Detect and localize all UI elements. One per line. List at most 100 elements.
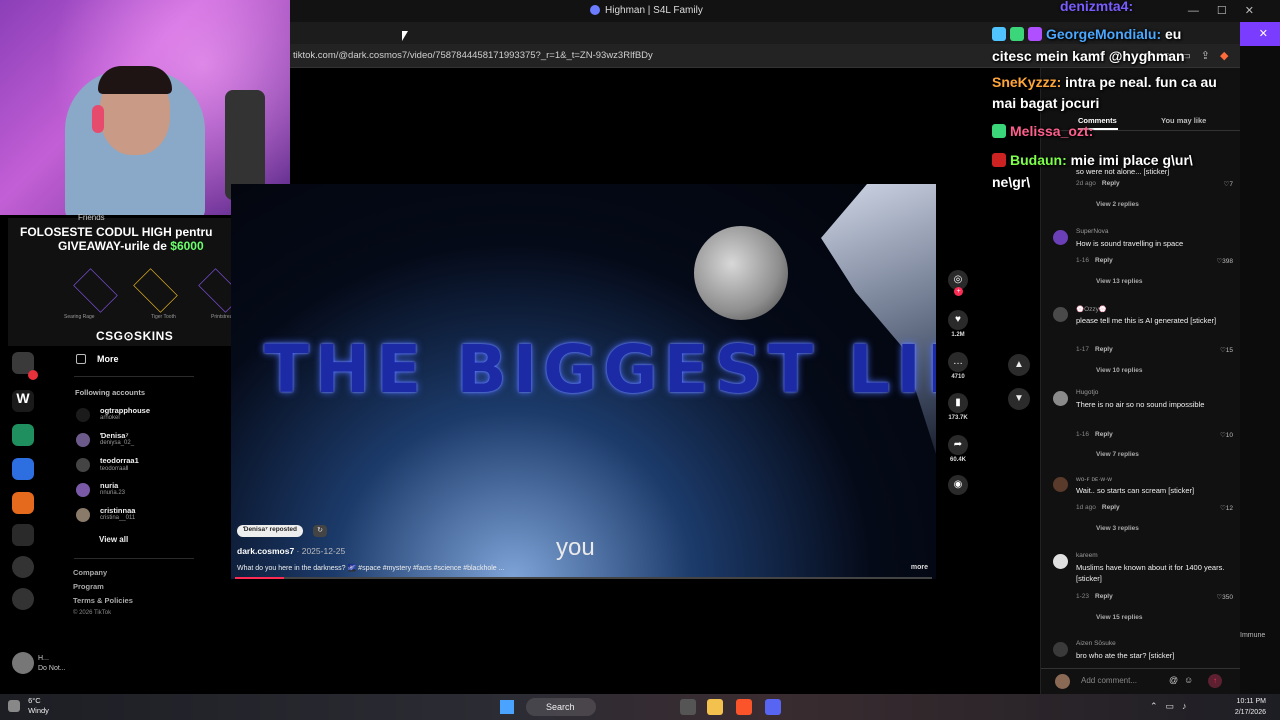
comment-user[interactable]: Hugotjo	[1076, 389, 1098, 396]
task-view-icon[interactable]	[680, 699, 696, 715]
reply-button[interactable]: Reply	[1095, 431, 1113, 438]
chat-text: intra pe neal. fun ca au	[1061, 74, 1217, 90]
account-handle: teodorraaⅡ	[100, 466, 129, 472]
add-icon[interactable]	[12, 556, 34, 578]
save-count: 173.7K	[948, 415, 968, 421]
sound-disc-button[interactable]: ◉	[945, 475, 971, 495]
wikipedia-icon[interactable]: W	[12, 390, 34, 412]
avatar[interactable]	[1053, 391, 1068, 406]
caption-more-button[interactable]: more	[911, 564, 928, 571]
following-account[interactable]: nuria nnuria.23	[76, 481, 196, 503]
rail-app-icon[interactable]	[12, 492, 34, 514]
chat-username: SneKyzzz:	[992, 74, 1062, 90]
repost-icon[interactable]: ↻	[313, 525, 327, 537]
avatar[interactable]	[1053, 307, 1068, 322]
comment-likes[interactable]: ♡398	[1216, 257, 1233, 265]
comment-likes[interactable]: ♡15	[1220, 346, 1233, 354]
sidebar-item-more[interactable]: More	[97, 354, 119, 364]
rail-app-icon[interactable]	[12, 424, 34, 446]
video-player[interactable]: THE BIGGEST LIE you Ɗenisa⁷ reposted ↻ d…	[231, 184, 936, 579]
save-button[interactable]: ▮ 173.7K	[945, 393, 971, 421]
comment-button[interactable]: … 4710	[945, 352, 971, 380]
next-video-button[interactable]: ▼	[1008, 388, 1030, 410]
repost-chip[interactable]: Ɗenisa⁷ reposted	[237, 525, 304, 537]
view-replies-button[interactable]: View 7 replies	[1096, 451, 1139, 458]
footer-link-terms[interactable]: Terms & Policies	[73, 596, 133, 605]
view-replies-button[interactable]: View 3 replies	[1096, 525, 1139, 532]
creator-avatar-button[interactable]: ◎ +	[945, 270, 971, 296]
following-account[interactable]: Ɗenisa⁷ deniysa_02_	[76, 431, 196, 453]
video-author[interactable]: dark.cosmos7 · 2025-12-25	[237, 546, 345, 556]
view-all-link[interactable]: View all	[99, 535, 128, 544]
comment-user[interactable]: SuperNova	[1076, 228, 1109, 235]
comment-text: bro who ate the star? [sticker]	[1076, 651, 1175, 660]
send-comment-button[interactable]: ↑	[1208, 674, 1222, 688]
file-explorer-icon[interactable]	[707, 699, 723, 715]
reply-button[interactable]: Reply	[1095, 257, 1113, 264]
close-icon[interactable]: ✕	[1240, 22, 1280, 46]
app-logo-icon	[590, 5, 600, 15]
account-name: ogtrapphouse	[100, 406, 150, 415]
comment-text: please tell me this is AI generated [sti…	[1076, 316, 1217, 325]
reply-button[interactable]: Reply	[1095, 346, 1113, 353]
account-name: Ɗenisa⁷	[100, 431, 129, 440]
compass-icon[interactable]	[12, 588, 34, 610]
share-button[interactable]: ➦ 60.4K	[945, 435, 971, 463]
comment-user[interactable]: ᴡᴏ-ꜰ ᴅᴇ·ᴡ·ᴡ	[1076, 475, 1112, 483]
following-account[interactable]: ogtrapphouse arhokel	[76, 406, 196, 428]
chat-username: Budaun:	[1010, 152, 1067, 168]
music-disc-icon: ◉	[948, 475, 968, 495]
rail-app-icon[interactable]	[12, 458, 34, 480]
comment-user[interactable]: 💮Ozzy💮	[1076, 305, 1107, 313]
view-replies-button[interactable]: View 15 replies	[1096, 614, 1143, 621]
brave-browser-icon[interactable]	[736, 699, 752, 715]
comment-count: 4710	[951, 374, 965, 380]
account-handle: deniysa_02_	[100, 440, 135, 446]
avatar[interactable]	[1053, 642, 1068, 657]
avatar[interactable]	[1053, 230, 1068, 245]
discord-icon[interactable]	[765, 699, 781, 715]
video-progress-bar[interactable]	[235, 577, 932, 579]
comment-user[interactable]: kareem	[1076, 552, 1098, 559]
video-actions: ◎ + ♥ 1.2M … 4710 ▮ 173.7K ➦ 60.4K ◉	[945, 270, 971, 500]
emoji-icon[interactable]: ☺	[1184, 675, 1193, 685]
weather-widget[interactable]: 6°C Windy	[8, 696, 49, 716]
comment-date: 1-16	[1076, 257, 1090, 264]
comment-text: There is no air so no sound impossible	[1076, 400, 1205, 409]
reply-button[interactable]: Reply	[1102, 504, 1120, 511]
sidebar-item-friends[interactable]: Friends	[78, 213, 105, 222]
avatar[interactable]	[1053, 554, 1068, 569]
view-replies-button[interactable]: View 2 replies	[1096, 201, 1139, 208]
following-account[interactable]: teodorraa1 teodorraaⅡ	[76, 456, 196, 478]
weather-temp: 6°C	[28, 696, 41, 705]
account-handle: arhokel	[100, 415, 120, 421]
chat-text: ne\gr\	[992, 174, 1031, 190]
comment-user[interactable]: Aizen Sōsuke	[1076, 640, 1116, 647]
footer-link-program[interactable]: Program	[73, 582, 104, 591]
add-comment-input[interactable]: Add comment...	[1081, 676, 1137, 685]
like-button[interactable]: ♥ 1.2M	[945, 310, 971, 338]
author-name[interactable]: dark.cosmos7	[237, 546, 294, 556]
footer-link-company[interactable]: Company	[73, 568, 107, 577]
reply-button[interactable]: Reply	[1095, 593, 1113, 600]
url-text[interactable]: tiktok.com/@dark.cosmos7/video/758784445…	[293, 50, 653, 61]
mention-icon[interactable]: @	[1169, 675, 1178, 685]
rail-app-icon[interactable]	[12, 524, 34, 546]
taskbar-clock[interactable]: 10:11 PM 2/17/2026	[1235, 696, 1266, 718]
comment-likes[interactable]: ♡10	[1220, 431, 1233, 439]
clock-time: 10:11 PM	[1236, 698, 1266, 705]
desktop-user-avatar[interactable]	[12, 652, 34, 674]
follow-plus-icon[interactable]: +	[954, 287, 963, 296]
following-account[interactable]: cristinnaa cristina__011	[76, 506, 196, 528]
windows-start-icon[interactable]	[500, 700, 514, 714]
previous-video-button[interactable]: ▲	[1008, 354, 1030, 376]
view-replies-button[interactable]: View 13 replies	[1096, 278, 1143, 285]
chat-text: eu	[1161, 26, 1182, 42]
comment-text: How is sound travelling in space	[1076, 239, 1184, 248]
comment-likes[interactable]: ♡12	[1220, 504, 1233, 512]
avatar[interactable]	[1053, 477, 1068, 492]
system-tray[interactable]: ⌃▭♪	[1150, 701, 1195, 712]
view-replies-button[interactable]: View 10 replies	[1096, 367, 1143, 374]
taskbar-search[interactable]: Search	[526, 698, 596, 716]
comment-likes[interactable]: ♡350	[1216, 593, 1233, 601]
